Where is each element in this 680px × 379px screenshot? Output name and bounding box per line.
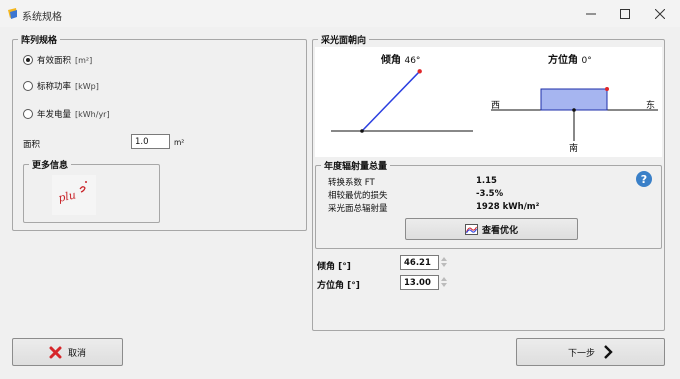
radio-unit: [m²] <box>75 55 93 65</box>
plus-logo-graphic: plu <box>57 181 87 205</box>
more-info-group: 更多信息 plu <box>23 158 160 223</box>
tilt-input[interactable] <box>400 255 439 270</box>
array-spec-title: 阵列规格 <box>18 33 61 46</box>
chevron-right-icon <box>604 345 613 359</box>
radio-label: 标称功率 <box>37 82 72 92</box>
next-button[interactable]: 下一步 <box>516 338 665 366</box>
close-icon <box>655 8 665 19</box>
total-irradiation-value: 1928 kWh/m² <box>476 202 540 212</box>
help-icon[interactable]: ? <box>636 171 652 187</box>
view-optimization-label: 查看优化 <box>481 225 518 236</box>
azimuth-panel-group <box>540 87 609 111</box>
azimuth-end-marker <box>605 87 609 91</box>
view-optimization-button[interactable]: 查看优化 <box>405 218 578 240</box>
cancel-x-icon <box>49 346 62 358</box>
azimuth-field-label: 方位角 [°] <box>317 281 360 291</box>
cancel-label: 取消 <box>67 348 86 359</box>
cancel-button[interactable]: 取消 <box>12 338 123 366</box>
radio-nominal-power[interactable]: 标称功率 [kWp] <box>23 80 99 92</box>
azimuth-input[interactable] <box>400 275 439 290</box>
array-spec-group: 阵列规格 有效面积 [m²] 标称功率 [kWp] 年发电量 [kWh/yr] … <box>12 33 307 231</box>
tilt-spinner[interactable] <box>441 255 447 271</box>
next-label: 下一步 <box>567 348 595 359</box>
radio-effective-area[interactable]: 有效面积 [m²] <box>23 54 92 66</box>
loss-value: -3.5% <box>476 189 504 199</box>
tilt-line <box>361 70 421 132</box>
tilt-spin-down-icon[interactable] <box>441 263 447 267</box>
ft-value: 1.15 <box>476 176 497 186</box>
azimuth-spinner[interactable] <box>441 275 447 291</box>
tilt-end-marker <box>417 69 422 74</box>
radio-unit: [kWh/yr] <box>75 109 110 119</box>
radio-annual-yield[interactable]: 年发电量 [kWh/yr] <box>23 108 110 120</box>
radio-button[interactable] <box>23 109 33 119</box>
area-unit: m² <box>174 138 185 147</box>
radio-label: 有效面积 <box>37 56 72 66</box>
radio-button[interactable] <box>23 81 33 91</box>
maximize-button[interactable] <box>608 0 642 27</box>
minimize-button[interactable] <box>574 0 608 27</box>
loss-label: 相较最优的损失 <box>328 191 388 201</box>
orientation-group: 采光面朝向 倾角 46° 方位角 0° 西 东 南 年度辐射量总量 转换系数 F… <box>312 33 665 331</box>
area-label: 面积 <box>23 140 41 150</box>
more-info-title: 更多信息 <box>29 158 72 171</box>
ft-label: 转换系数 FT <box>328 178 375 188</box>
irradiation-title: 年度辐射量总量 <box>321 159 391 172</box>
radio-button[interactable] <box>23 55 33 65</box>
total-irradiation-label: 采光面总辐射量 <box>328 204 388 214</box>
azimuth-spin-up-icon[interactable] <box>441 277 447 281</box>
chart-icon <box>464 223 478 235</box>
title-bar: 系统规格 <box>0 0 680 27</box>
close-button[interactable] <box>643 0 677 27</box>
irradiation-group: 年度辐射量总量 转换系数 FT 1.15 相较最优的损失 -3.5% 采光面总辐… <box>315 159 662 249</box>
orientation-svg <box>331 69 658 141</box>
window-title: 系统规格 <box>22 12 62 23</box>
azimuth-panel <box>540 88 608 111</box>
tilt-field-label: 倾角 [°] <box>317 262 351 272</box>
radio-label: 年发电量 <box>37 110 72 120</box>
plus-logo: plu <box>52 175 96 215</box>
azimuth-spin-down-icon[interactable] <box>441 283 447 287</box>
app-icon <box>8 8 17 19</box>
tilt-pivot <box>360 129 364 133</box>
tilt-spin-up-icon[interactable] <box>441 257 447 261</box>
svg-text:plu: plu <box>57 188 77 204</box>
radio-unit: [kWp] <box>75 81 99 91</box>
orientation-title: 采光面朝向 <box>318 33 370 46</box>
minimize-icon <box>586 13 596 14</box>
west-label: 西 <box>491 101 501 111</box>
east-label: 东 <box>646 101 656 111</box>
azimuth-pivot <box>572 108 576 112</box>
orientation-diagram: 倾角 46° 方位角 0° 西 东 南 <box>315 47 662 157</box>
maximize-icon <box>620 8 630 19</box>
south-label: 南 <box>569 144 579 154</box>
area-input[interactable] <box>131 134 170 149</box>
